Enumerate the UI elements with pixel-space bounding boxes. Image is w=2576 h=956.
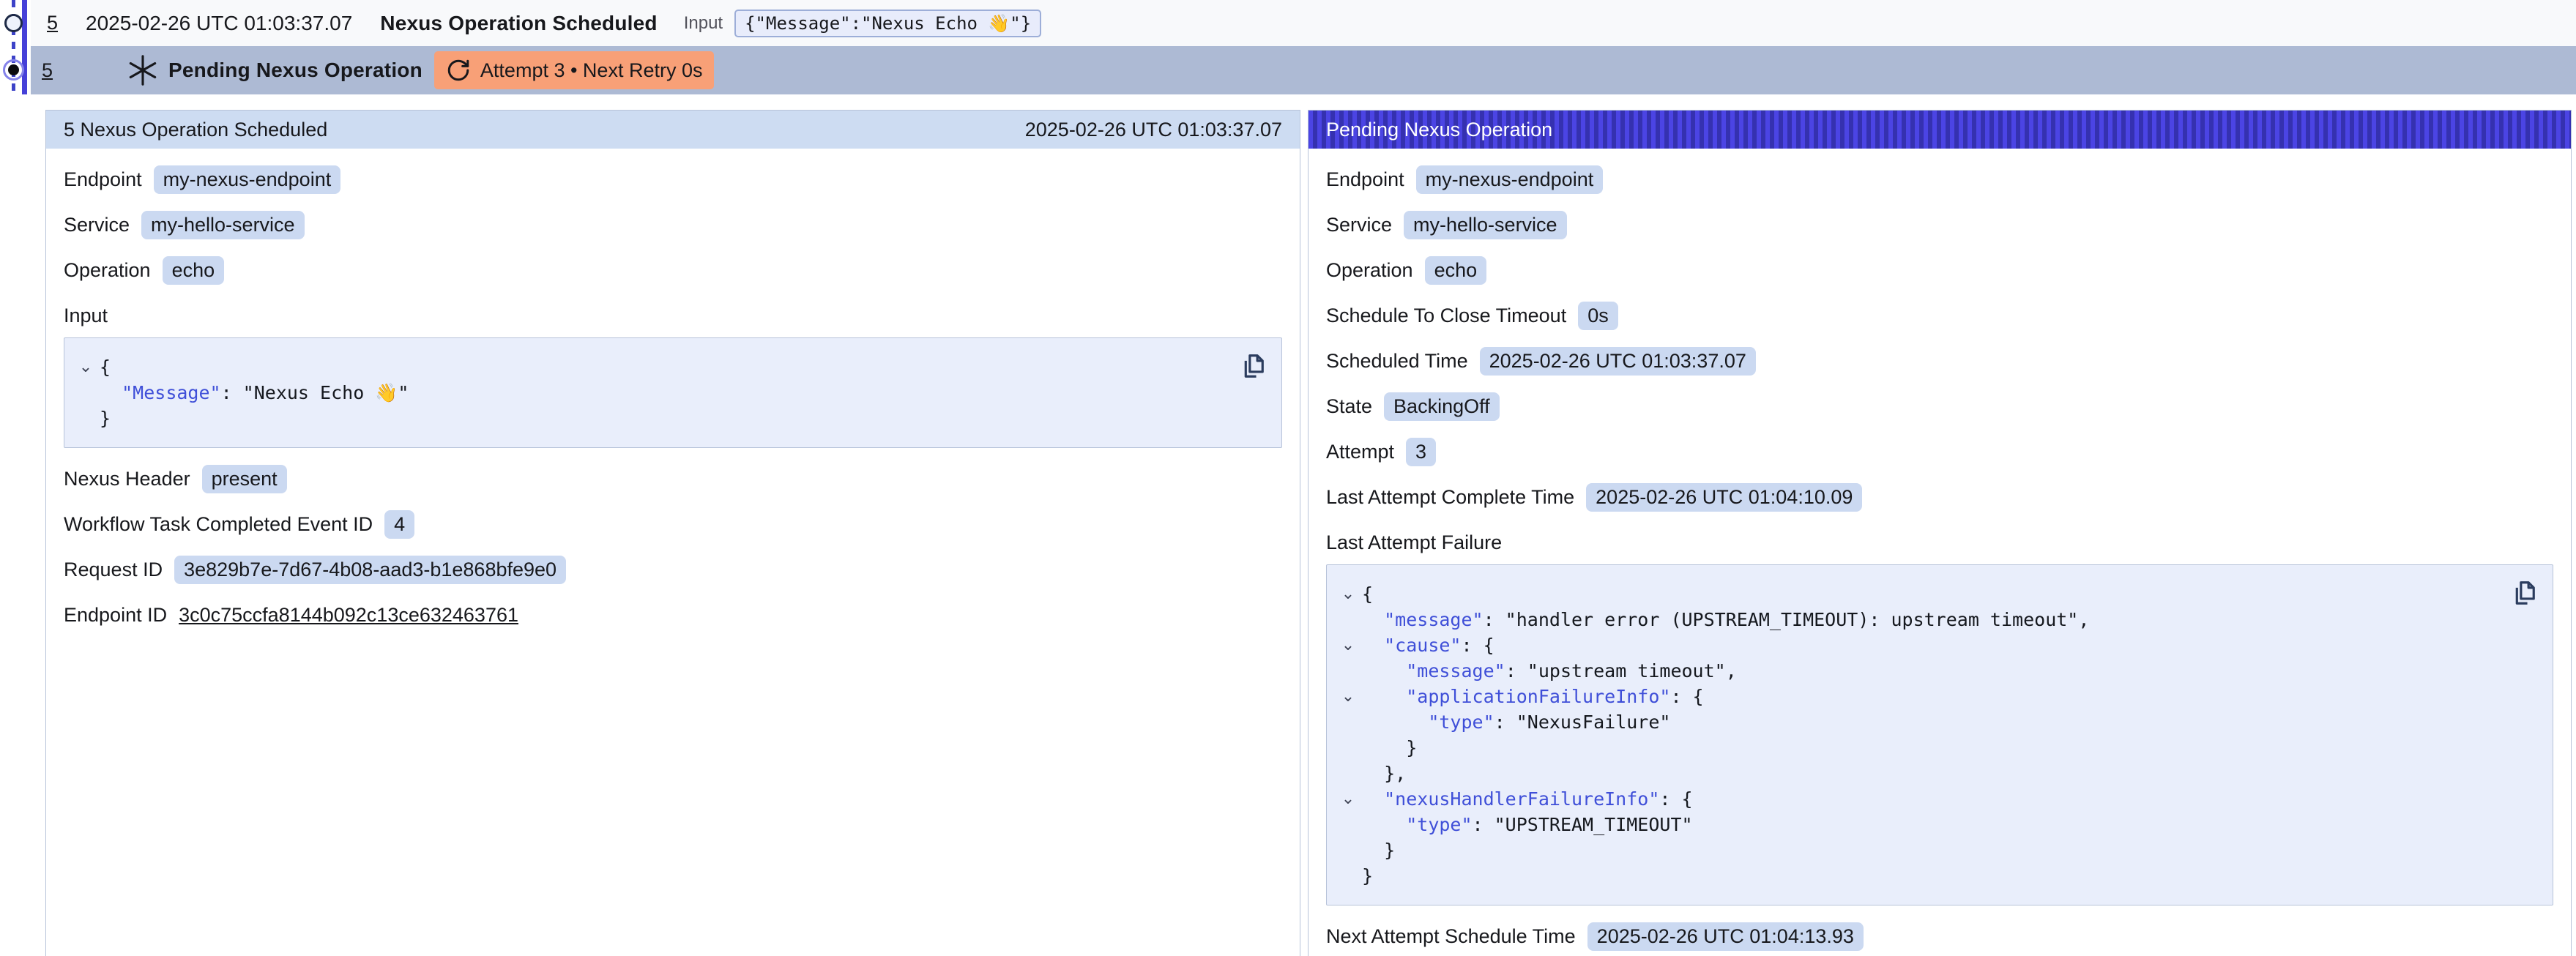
chevron-down-icon[interactable]: ⌄: [1334, 581, 1362, 607]
code-line: ⌄{: [72, 354, 1230, 380]
code-line: "Message": "Nexus Echo 👋": [72, 380, 1230, 406]
code-line: },: [1334, 761, 2501, 786]
chevron-down-icon: [72, 406, 100, 431]
field-nexus-header: Nexus Header present: [64, 464, 1282, 493]
code-line: "type": "NexusFailure": [1334, 709, 2501, 735]
copy-icon: [1238, 352, 1266, 380]
chevron-down-icon: [1334, 607, 1362, 632]
failure-json-block: ⌄{ "message": "handler error (UPSTREAM_T…: [1326, 564, 2553, 905]
chevron-down-icon[interactable]: ⌄: [1334, 786, 1362, 812]
field-endpoint: Endpoint my-nexus-endpoint: [64, 165, 1282, 194]
field-schedule-to-close-timeout: Schedule To Close Timeout 0s: [1326, 301, 2553, 330]
copy-button[interactable]: [1236, 350, 1268, 382]
value-badge: echo: [163, 256, 225, 285]
event-id-link[interactable]: 5: [42, 59, 53, 82]
temporal-event-history-screen: 5 2025-02-26 UTC 01:03:37.07 Nexus Opera…: [0, 0, 2576, 956]
value-badge: echo: [1425, 256, 1487, 285]
field-service: Service my-hello-service: [1326, 210, 2553, 239]
field-request-id: Request ID 3e829b7e-7d67-4b08-aad3-b1e86…: [64, 555, 1282, 584]
chevron-down-icon[interactable]: ⌄: [1334, 632, 1362, 658]
field-workflow-task-completed-event-id: Workflow Task Completed Event ID 4: [64, 509, 1282, 539]
field-endpoint: Endpoint my-nexus-endpoint: [1326, 165, 2553, 194]
event-detail-header: 5 Nexus Operation Scheduled 2025-02-26 U…: [46, 111, 1300, 149]
value-badge: 2025-02-26 UTC 01:04:10.09: [1586, 483, 1862, 512]
event-title: Nexus Operation Scheduled: [380, 12, 657, 35]
filled-dot-node: [8, 64, 19, 75]
value-badge: 0s: [1578, 302, 1618, 330]
chevron-down-icon: [1334, 658, 1362, 684]
code-line: "message": "upstream timeout",: [1334, 658, 2501, 684]
endpoint-id-link[interactable]: 3c0c75ccfa8144b092c13ce632463761: [179, 604, 518, 627]
input-section-label: Input: [64, 301, 1282, 330]
input-json-block: ⌄{ "Message": "Nexus Echo 👋" }: [64, 337, 1282, 448]
chevron-down-icon[interactable]: ⌄: [1334, 684, 1362, 709]
value-badge: 3e829b7e-7d67-4b08-aad3-b1e868bfe9e0: [174, 556, 566, 584]
chevron-down-icon: [1334, 863, 1362, 889]
code-line: }: [1334, 863, 2501, 889]
input-preview-badge[interactable]: {"Message":"Nexus Echo 👋"}: [734, 10, 1041, 37]
code-line: ⌄ "nexusHandlerFailureInfo": {: [1334, 786, 2501, 812]
value-badge: 3: [1406, 438, 1436, 466]
field-operation: Operation echo: [1326, 255, 2553, 285]
chevron-down-icon[interactable]: ⌄: [72, 354, 100, 380]
chevron-down-icon: [1334, 735, 1362, 761]
value-badge: 4: [384, 510, 414, 539]
field-operation: Operation echo: [64, 255, 1282, 285]
retry-badge-text: Attempt 3 • Next Retry 0s: [480, 59, 703, 82]
value-badge: 2025-02-26 UTC 01:04:13.93: [1587, 922, 1864, 951]
event-timestamp: 2025-02-26 UTC 01:03:37.07: [86, 12, 352, 35]
field-last-attempt-complete-time: Last Attempt Complete Time 2025-02-26 UT…: [1326, 482, 2553, 512]
pending-operation-header: Pending Nexus Operation: [1309, 111, 2571, 149]
code-line: ⌄ "applicationFailureInfo": {: [1334, 684, 2501, 709]
value-badge: my-nexus-endpoint: [1416, 165, 1604, 194]
code-line: }: [72, 406, 1230, 431]
code-line: "message": "handler error (UPSTREAM_TIME…: [1334, 607, 2501, 632]
field-next-attempt-schedule-time: Next Attempt Schedule Time 2025-02-26 UT…: [1326, 922, 2553, 951]
copy-button[interactable]: [2507, 577, 2539, 609]
failure-section-label: Last Attempt Failure: [1326, 528, 2553, 557]
code-line: ⌄ "cause": {: [1334, 632, 2501, 658]
value-badge: 2025-02-26 UTC 01:03:37.07: [1480, 347, 1756, 376]
pending-operation-title: Pending Nexus Operation: [168, 59, 422, 82]
field-state: State BackingOff: [1326, 392, 2553, 421]
value-badge: my-hello-service: [141, 211, 305, 239]
timeline-active-rail: [22, 0, 27, 94]
retry-clockwise-icon: [446, 58, 471, 83]
code-line: }: [1334, 735, 2501, 761]
event-row[interactable]: 5 2025-02-26 UTC 01:03:37.07 Nexus Opera…: [31, 0, 2576, 46]
chevron-down-icon: [1334, 709, 1362, 735]
value-badge: my-hello-service: [1404, 211, 1567, 239]
retry-badge: Attempt 3 • Next Retry 0s: [434, 51, 715, 89]
open-circle-node: [4, 14, 23, 32]
chevron-down-icon: [1334, 812, 1362, 837]
asterisk-icon: [126, 53, 160, 87]
chevron-down-icon: [72, 380, 100, 406]
event-detail-title: 5 Nexus Operation Scheduled: [64, 119, 327, 141]
value-badge: my-nexus-endpoint: [154, 165, 341, 194]
copy-icon: [2509, 579, 2537, 607]
code-line: }: [1334, 837, 2501, 863]
event-detail-timestamp: 2025-02-26 UTC 01:03:37.07: [1025, 119, 1282, 141]
field-service: Service my-hello-service: [64, 210, 1282, 239]
code-line: "type": "UPSTREAM_TIMEOUT": [1334, 812, 2501, 837]
event-id-link[interactable]: 5: [47, 12, 58, 34]
field-endpoint-id: Endpoint ID 3c0c75ccfa8144b092c13ce63246…: [64, 600, 1282, 630]
event-detail-panel: 5 Nexus Operation Scheduled 2025-02-26 U…: [45, 110, 1300, 956]
field-scheduled-time: Scheduled Time 2025-02-26 UTC 01:03:37.0…: [1326, 346, 2553, 376]
input-label: Input: [684, 13, 723, 34]
chevron-down-icon: [1334, 837, 1362, 863]
code-line: ⌄{: [1334, 581, 2501, 607]
pending-operation-row[interactable]: 5 Pending Nexus Operation Attempt 3 • Ne…: [31, 46, 2576, 94]
pending-operation-panel: Pending Nexus Operation Endpoint my-nexu…: [1308, 110, 2572, 956]
chevron-down-icon: [1334, 761, 1362, 786]
value-badge: BackingOff: [1384, 392, 1500, 421]
pending-operation-header-title: Pending Nexus Operation: [1326, 119, 1552, 141]
field-attempt: Attempt 3: [1326, 437, 2553, 466]
value-badge: present: [202, 465, 287, 493]
